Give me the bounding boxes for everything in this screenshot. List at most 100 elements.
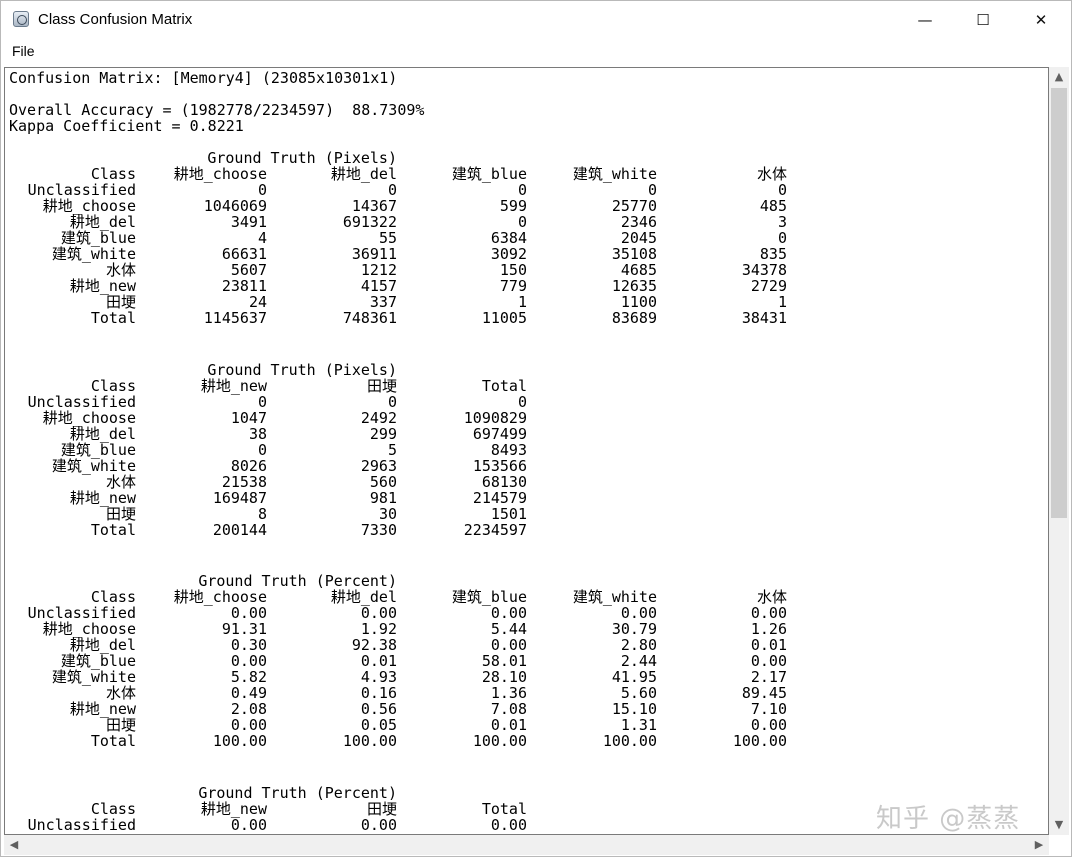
table-title: Ground Truth (Pixels) xyxy=(207,149,397,167)
table-cell: 12635 xyxy=(611,277,657,295)
table-cell: 3092 xyxy=(490,245,527,263)
table-cell: 2.08 xyxy=(230,700,267,718)
table-cell: 0.16 xyxy=(360,684,397,702)
table-cell: 2729 xyxy=(750,277,787,295)
table-cell: 0.00 xyxy=(230,652,267,670)
table-cell: 1501 xyxy=(490,505,527,523)
table-cell: 0.00 xyxy=(230,604,267,622)
table-cell: 8026 xyxy=(230,457,267,475)
vertical-scroll-thumb[interactable] xyxy=(1051,88,1067,518)
table-cell: 691322 xyxy=(342,213,397,231)
table-cell: 55 xyxy=(378,229,397,247)
table-cell: 38 xyxy=(248,425,267,443)
table-cell: 0 xyxy=(387,181,397,199)
scroll-right-arrow-icon[interactable]: ▶ xyxy=(1029,835,1049,855)
column-header: Total xyxy=(481,377,527,395)
table-cell: 5.60 xyxy=(620,684,657,702)
table-cell: 0 xyxy=(517,213,527,231)
title-bar[interactable]: Class Confusion Matrix — ☐ ✕ xyxy=(1,1,1071,39)
table-title: Ground Truth (Percent) xyxy=(198,784,397,802)
table-cell: 1145637 xyxy=(203,309,267,327)
table-cell: 36911 xyxy=(351,245,397,263)
table-cell: 748361 xyxy=(342,309,397,327)
column-header-class: Class xyxy=(90,377,136,395)
table-cell: 1090829 xyxy=(463,409,527,427)
row-label: Unclassified xyxy=(27,181,136,199)
table-cell: 38431 xyxy=(741,309,787,327)
table-title: Ground Truth (Percent) xyxy=(198,572,397,590)
table-cell: 779 xyxy=(499,277,527,295)
table-cell: 0.49 xyxy=(230,684,267,702)
table-cell: 15.10 xyxy=(611,700,657,718)
table-cell: 1 xyxy=(517,293,527,311)
row-label: Total xyxy=(90,309,136,327)
menu-bar: File xyxy=(1,39,1071,65)
table-cell: 0 xyxy=(517,181,527,199)
column-header: 田埂 xyxy=(366,800,397,818)
table-cell: 2963 xyxy=(360,457,397,475)
table-cell: 0 xyxy=(257,441,267,459)
row-label: 耕地_del xyxy=(69,425,136,443)
table-cell: 153566 xyxy=(472,457,527,475)
table-cell: 1.36 xyxy=(490,684,527,702)
row-label: 耕地_del xyxy=(69,636,136,654)
table-cell: 100.00 xyxy=(342,732,397,750)
column-header: 建筑_blue xyxy=(451,588,527,606)
table-cell: 89.45 xyxy=(741,684,787,702)
table-cell: 150 xyxy=(499,261,527,279)
table-cell: 697499 xyxy=(472,425,527,443)
table-cell: 21538 xyxy=(221,473,267,491)
table-cell: 981 xyxy=(369,489,397,507)
table-cell: 1 xyxy=(777,293,787,311)
table-cell: 0.00 xyxy=(490,816,527,834)
table-cell: 2346 xyxy=(620,213,657,231)
table-cell: 4.93 xyxy=(360,668,397,686)
row-label: 田埂 xyxy=(105,716,136,734)
table-cell: 25770 xyxy=(611,197,657,215)
table-cell: 1212 xyxy=(360,261,397,279)
table-cell: 0.30 xyxy=(230,636,267,654)
table-cell: 35108 xyxy=(611,245,657,263)
table-cell: 7330 xyxy=(360,521,397,539)
vertical-scrollbar[interactable]: ▲ ▼ xyxy=(1049,67,1069,835)
report-text-area[interactable]: Confusion Matrix: [Memory4] (23085x10301… xyxy=(4,67,1049,835)
table-cell: 1.31 xyxy=(620,716,657,734)
watermark: 知乎 @蒸蒸 xyxy=(876,804,1021,834)
close-button[interactable]: ✕ xyxy=(1012,1,1070,39)
column-header-class: Class xyxy=(90,800,136,818)
table-cell: 1047 xyxy=(230,409,267,427)
row-label: 建筑_white xyxy=(51,457,136,475)
table-cell: 11005 xyxy=(481,309,527,327)
table-cell: 41.95 xyxy=(611,668,657,686)
table-cell: 2.80 xyxy=(620,636,657,654)
scroll-left-arrow-icon[interactable]: ◀ xyxy=(4,835,24,855)
minimize-button[interactable]: — xyxy=(896,1,954,39)
table-cell: 83689 xyxy=(611,309,657,327)
table-cell: 4685 xyxy=(620,261,657,279)
table-cell: 2045 xyxy=(620,229,657,247)
row-label: 水体 xyxy=(105,684,136,702)
table-cell: 599 xyxy=(499,197,527,215)
row-label: Unclassified xyxy=(27,604,136,622)
overall-accuracy: Overall Accuracy = (1982778/2234597) 88.… xyxy=(9,101,425,119)
column-header: 建筑_blue xyxy=(451,165,527,183)
table-cell: 2.44 xyxy=(620,652,657,670)
column-header: Total xyxy=(481,800,527,818)
maximize-button[interactable]: ☐ xyxy=(954,1,1012,39)
table-cell: 0 xyxy=(257,181,267,199)
menu-file[interactable]: File xyxy=(12,43,35,59)
table-cell: 34378 xyxy=(741,261,787,279)
maximize-icon: ☐ xyxy=(976,11,990,29)
table-cell: 835 xyxy=(759,245,787,263)
row-label: 建筑_blue xyxy=(60,441,136,459)
scroll-down-arrow-icon[interactable]: ▼ xyxy=(1049,815,1069,835)
horizontal-scrollbar[interactable]: ◀ ▶ xyxy=(4,835,1049,855)
scroll-up-arrow-icon[interactable]: ▲ xyxy=(1049,67,1069,87)
row-label: 耕地_choose xyxy=(42,409,136,427)
table-cell: 1100 xyxy=(620,293,657,311)
table-cell: 0.00 xyxy=(230,816,267,834)
table-cell: 5 xyxy=(387,441,397,459)
column-header: 建筑_white xyxy=(572,165,657,183)
row-label: Unclassified xyxy=(27,816,136,834)
row-label: 田埂 xyxy=(105,505,136,523)
